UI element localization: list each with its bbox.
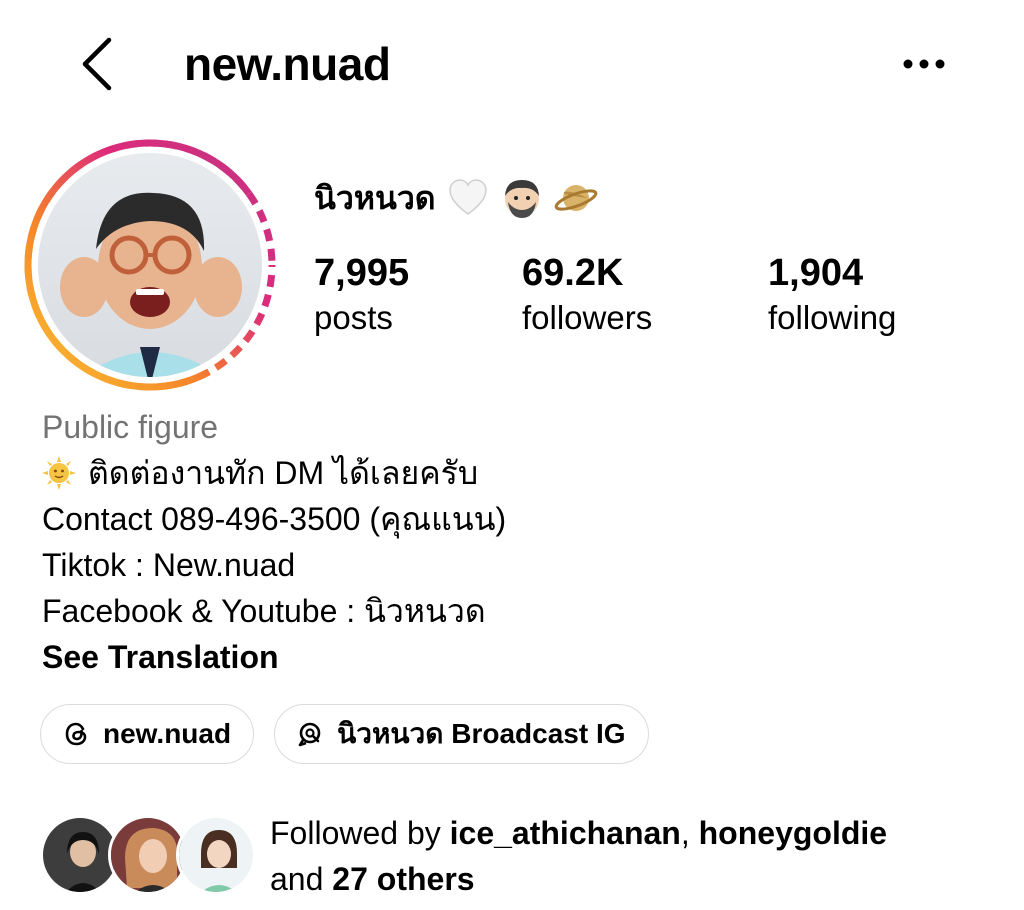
broadcast-channel-label: นิวหนวด Broadcast IG xyxy=(337,718,626,749)
stat-posts[interactable]: 7,995 posts xyxy=(314,250,409,340)
broadcast-channel-icon xyxy=(297,720,325,748)
mutual-followers-others: 27 others xyxy=(332,861,475,897)
following-label: following xyxy=(768,299,897,336)
bio-line-3: Tiktok : New.nuad xyxy=(42,547,296,583)
saturn-icon xyxy=(554,185,597,211)
stat-followers[interactable]: 69.2K followers xyxy=(522,250,652,340)
see-translation-link[interactable]: See Translation xyxy=(42,634,1002,680)
threads-link-chip[interactable]: new.nuad xyxy=(40,704,255,764)
display-name: นิวหนวด xyxy=(314,180,436,216)
followed-by-separator: , xyxy=(680,815,690,851)
followed-by-and: and xyxy=(270,861,324,897)
posts-count: 7,995 xyxy=(314,252,410,294)
sun-face-icon xyxy=(42,456,76,490)
avatar-photo xyxy=(38,153,262,377)
stat-following[interactable]: 1,904 following xyxy=(768,250,896,340)
following-count: 1,904 xyxy=(768,252,864,294)
mutual-follower-2: honeygoldie xyxy=(698,815,888,851)
profile-avatar-story-ring[interactable] xyxy=(22,137,278,393)
display-name-row: นิวหนวด xyxy=(314,172,598,224)
top-bar: new.nuad xyxy=(0,0,1024,128)
back-button[interactable] xyxy=(72,36,122,92)
followers-label: followers xyxy=(522,299,653,336)
mutual-followers-avatars[interactable] xyxy=(40,815,256,897)
threads-icon xyxy=(63,720,91,748)
threads-link-label: new.nuad xyxy=(103,718,232,749)
more-options-button[interactable] xyxy=(894,44,954,84)
white-heart-icon xyxy=(448,179,487,215)
profile-links: new.nuad นิวหนวด Broadcast IG xyxy=(40,704,669,764)
category-label: Public figure xyxy=(42,409,219,445)
bio-line-2: Contact 089-496-3500 (คุณแนน) xyxy=(42,501,507,537)
bio-text-1: ติดต่องานทัก DM ได้เลยครับ xyxy=(88,455,479,491)
chevron-left-icon xyxy=(82,37,112,91)
mutual-follower-1: ice_athichanan xyxy=(449,815,681,851)
followed-by-text[interactable]: Followed by ice_athichanan, honeygoldie … xyxy=(270,810,1010,902)
broadcast-channel-chip[interactable]: นิวหนวด Broadcast IG xyxy=(274,704,649,764)
followers-count: 69.2K xyxy=(522,252,624,294)
profile-username-title: new.nuad xyxy=(184,38,391,90)
posts-label: posts xyxy=(314,299,393,336)
mutual-follower-avatar xyxy=(176,815,256,895)
bio-line-4: Facebook & Youtube : นิวหนวด xyxy=(42,593,486,629)
ellipsis-icon xyxy=(903,59,945,69)
man-beard-icon xyxy=(504,180,539,218)
bio-section: Public figure ติดต่องานทัก DM ได้เลยครับ… xyxy=(42,404,1002,680)
bio-line-1: ติดต่องานทัก DM ได้เลยครับ xyxy=(42,450,1002,496)
followed-by-prefix: Followed by xyxy=(270,815,441,851)
